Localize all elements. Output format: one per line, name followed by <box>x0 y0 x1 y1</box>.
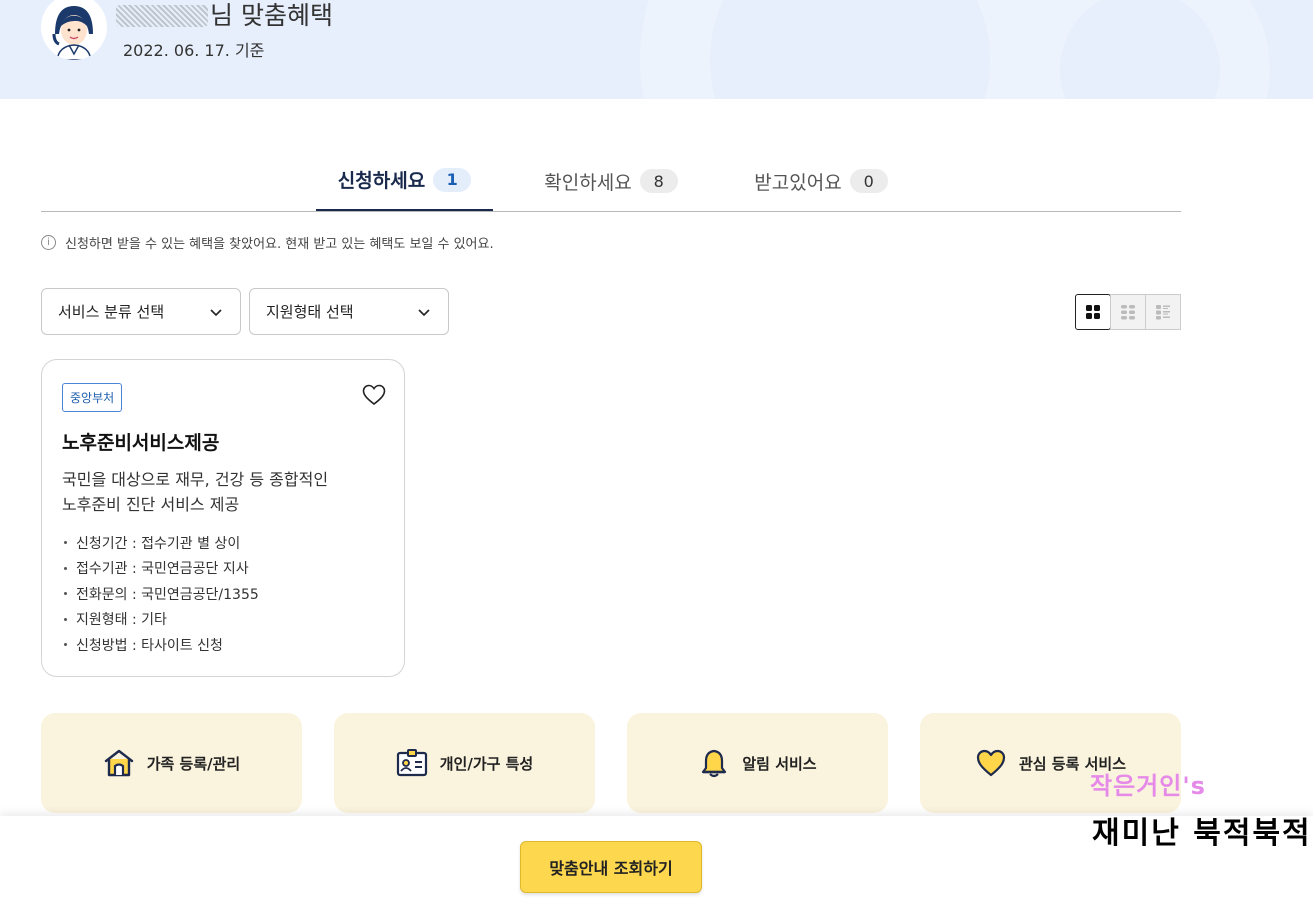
tab-check[interactable]: 확인하세요 8 <box>531 150 691 212</box>
card-description-line: 국민을 대상으로 재무, 건강 등 종합적인 <box>62 470 329 489</box>
list-item: 접수기관 : 국민연금공단 지사 <box>62 556 259 582</box>
chevron-down-icon <box>210 309 222 317</box>
notice-text: i 신청하면 받을 수 있는 혜택을 찾았어요. 현재 받고 있는 혜택도 보일… <box>41 233 494 252</box>
bell-icon <box>702 749 727 778</box>
tab-count-badge: 1 <box>433 167 472 192</box>
watermark-line2: 재미난 북적북적 <box>1092 816 1312 851</box>
benefit-card[interactable]: 중앙부처 노후준비서비스제공 국민을 대상으로 재무, 건강 등 종합적인 노후… <box>41 359 405 677</box>
select-label: 서비스 분류 선택 <box>58 303 165 321</box>
view-mode-toggle <box>1075 294 1181 330</box>
avatar <box>41 0 107 60</box>
house-icon <box>104 749 133 777</box>
list-item: 전화문의 : 국민연금공단/1355 <box>62 581 259 607</box>
id-card-icon <box>396 749 427 777</box>
service-category-select[interactable]: 서비스 분류 선택 <box>41 288 241 335</box>
personal-household-button[interactable]: 개인/가구 특성 <box>334 713 595 813</box>
page-title: 님 맞춤혜택 <box>116 0 333 32</box>
tab-label: 확인하세요 <box>544 171 632 194</box>
redacted-name <box>116 5 208 27</box>
header-decoration <box>640 0 1060 99</box>
header-decoration <box>1010 0 1270 99</box>
card-details: 신청기간 : 접수기관 별 상이 접수기관 : 국민연금공단 지사 전화문의 :… <box>62 530 259 658</box>
dots-grid-icon <box>1121 305 1135 320</box>
card-title: 노후준비서비스제공 <box>62 432 220 454</box>
list-item: 신청기간 : 접수기관 별 상이 <box>62 530 259 556</box>
page-title-text: 님 맞춤혜택 <box>210 1 333 30</box>
card-description-line: 노후준비 진단 서비스 제공 <box>62 495 240 514</box>
grid-icon <box>1086 305 1100 319</box>
tab-receiving[interactable]: 받고있어요 0 <box>741 150 901 212</box>
compact-view-button[interactable] <box>1110 294 1146 330</box>
chevron-down-icon <box>418 309 430 317</box>
card-description: 국민을 대상으로 재무, 건강 등 종합적인 노후준비 진단 서비스 제공 <box>62 467 382 517</box>
select-label: 지원형태 선택 <box>266 303 354 321</box>
user-avatar-icon <box>41 0 107 60</box>
category-tag: 중앙부처 <box>62 383 123 412</box>
tab-label: 받고있어요 <box>754 171 842 194</box>
benefit-tabs: 신청하세요 1 확인하세요 8 받고있어요 0 <box>41 150 1181 212</box>
notice-message: 신청하면 받을 수 있는 혜택을 찾았어요. 현재 받고 있는 혜택도 보일 수… <box>65 237 494 252</box>
tab-count-badge: 8 <box>639 169 678 193</box>
custom-guide-search-button[interactable]: 맞춤안내 조회하기 <box>520 841 702 893</box>
reference-date: 2022. 06. 17. 기준 <box>123 41 265 60</box>
quick-link-label: 개인/가구 특성 <box>439 754 534 773</box>
heart-icon <box>976 749 1006 777</box>
info-icon: i <box>41 235 56 250</box>
tab-label: 신청하세요 <box>337 170 426 192</box>
tab-count-badge: 0 <box>849 169 888 193</box>
quick-link-label: 알림 서비스 <box>742 754 817 773</box>
quick-link-label: 가족 등록/관리 <box>146 754 241 773</box>
list-item: 지원형태 : 기타 <box>62 607 259 633</box>
tab-apply[interactable]: 신청하세요 1 <box>316 150 493 211</box>
notification-service-button[interactable]: 알림 서비스 <box>627 713 888 813</box>
support-type-select[interactable]: 지원형태 선택 <box>249 288 449 335</box>
watermark-line1: 작은거인's <box>1090 772 1206 800</box>
heart-icon[interactable] <box>362 384 386 406</box>
grid-view-button[interactable] <box>1075 294 1111 330</box>
list-item: 신청방법 : 타사이트 신청 <box>62 632 259 658</box>
header-banner: 님 맞춤혜택 2022. 06. 17. 기준 <box>0 0 1313 99</box>
list-icon <box>1156 305 1170 320</box>
family-management-button[interactable]: 가족 등록/관리 <box>41 713 302 813</box>
list-view-button[interactable] <box>1145 294 1181 330</box>
